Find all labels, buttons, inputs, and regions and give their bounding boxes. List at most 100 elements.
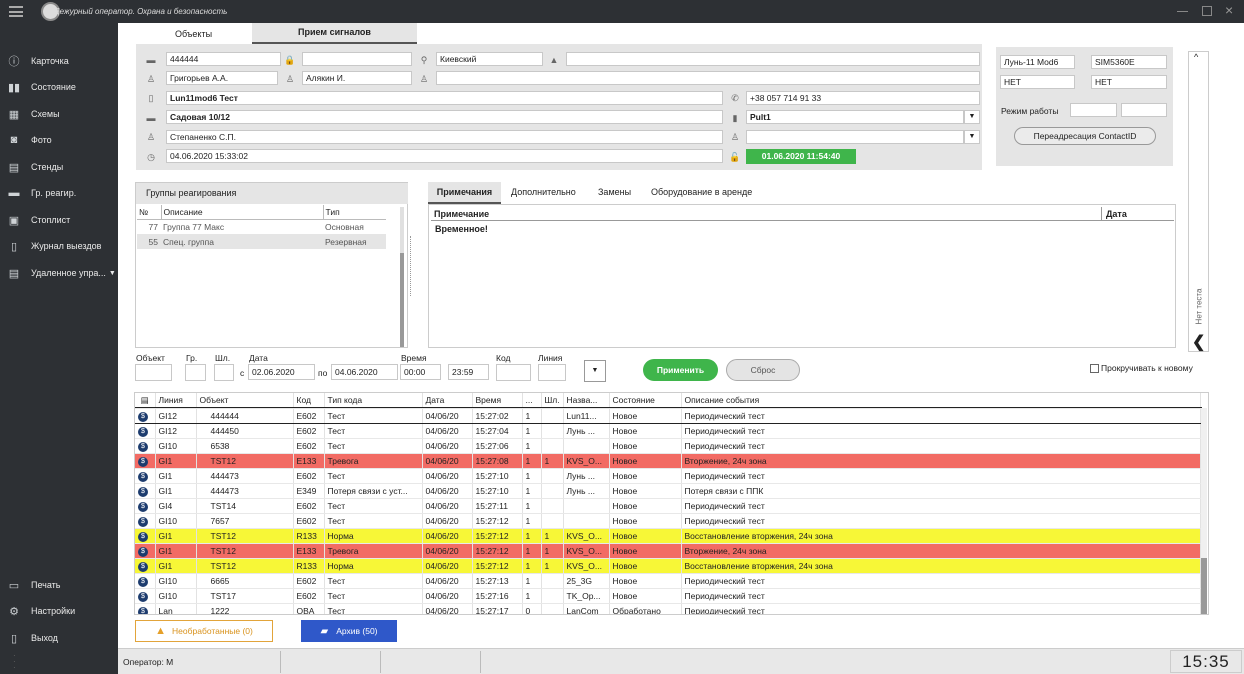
col-header[interactable]: Описание события bbox=[681, 393, 1201, 409]
tab-replacements[interactable]: Замены bbox=[598, 187, 631, 197]
region-field[interactable]: Киевский bbox=[436, 52, 543, 66]
events-scrollbar[interactable] bbox=[1201, 408, 1207, 614]
sidebar-item-remote[interactable]: ▤ Удаленное упра... ▼ bbox=[0, 261, 118, 285]
table-row[interactable]: $ GI10 6538 E602 Тест 04/06/20 15:27:06 1 Новое П… bbox=[135, 438, 1201, 454]
col-header[interactable]: Шл. bbox=[541, 393, 564, 409]
person1-field[interactable]: Григорьев А.А. bbox=[166, 71, 278, 85]
object-name-field[interactable]: Lun11mod6 Тест bbox=[166, 91, 723, 105]
mode-field-2[interactable] bbox=[1121, 103, 1167, 117]
device-model-field[interactable]: Лунь-11 Mod6 bbox=[1000, 55, 1075, 69]
pult-dropdown-button[interactable]: ▼ bbox=[964, 110, 980, 124]
pult-select[interactable]: Pult1 bbox=[746, 110, 964, 124]
autoscroll-checkbox[interactable] bbox=[1090, 364, 1099, 373]
col-header[interactable]: Объект bbox=[196, 393, 294, 409]
groups-col-desc[interactable]: Описание bbox=[161, 205, 324, 219]
sidebar-item-stands[interactable]: ▤ Стенды bbox=[0, 155, 118, 179]
time-from-input[interactable]: 00:00 bbox=[400, 364, 441, 380]
table-row[interactable]: $ GI12 444450 E602 Тест 04/06/20 15:27:04 1 Лунь… bbox=[135, 423, 1201, 439]
filter-loop-input[interactable] bbox=[214, 364, 234, 381]
table-row[interactable]: $ GI10 7657 E602 Тест 04/06/20 15:27:12 1 Новое П… bbox=[135, 513, 1201, 529]
filter-line-input[interactable] bbox=[538, 364, 566, 381]
tab-notes[interactable]: Примечания bbox=[428, 182, 501, 204]
datetime-field[interactable]: 04.06.2020 15:33:02 bbox=[166, 149, 723, 163]
note-text[interactable]: Временное! bbox=[435, 224, 488, 234]
sidebar-item-journal[interactable]: ▯ Журнал выездов bbox=[0, 234, 118, 258]
table-row[interactable]: $ GI1 TST12 R133 Норма 04/06/20 15:27:12 1 1 KVS_… bbox=[135, 528, 1201, 544]
tab-equipment[interactable]: Оборудование в аренде bbox=[651, 187, 752, 197]
contact-field[interactable]: Степаненко С.П. bbox=[166, 130, 723, 144]
person3-field[interactable] bbox=[436, 71, 980, 85]
filter-code-input[interactable] bbox=[496, 364, 531, 381]
col-header[interactable]: ... bbox=[522, 393, 542, 409]
col-header[interactable]: Назва... bbox=[563, 393, 610, 409]
table-row[interactable]: $ GI10 TST17 E602 Тест 04/06/20 15:27:16 1 TK_Op… bbox=[135, 588, 1201, 604]
chevron-left-icon[interactable]: ❮ bbox=[1192, 332, 1205, 352]
filter-group-input[interactable] bbox=[185, 364, 206, 381]
restore-icon[interactable] bbox=[1202, 6, 1212, 16]
person2-field[interactable]: Алякин И. bbox=[302, 71, 412, 85]
table-row[interactable]: $ Lan 1222 OBA Тест 04/06/20 15:27:17 0 LanCom Об… bbox=[135, 603, 1201, 614]
table-row[interactable]: $ GI4 TST14 E602 Тест 04/06/20 15:27:11 1 Новое П… bbox=[135, 498, 1201, 514]
no-test-label[interactable]: Нет теста bbox=[1195, 283, 1204, 331]
field-empty-1[interactable] bbox=[302, 52, 412, 66]
tab-additional[interactable]: Дополнительно bbox=[511, 187, 576, 197]
table-row[interactable]: $ GI1 TST12 R133 Норма 04/06/20 15:27:12 1 1 KVS_… bbox=[135, 558, 1201, 574]
table-row[interactable]: $ GI12 444444 E602 Тест 04/06/20 15:27:02 1 Lun1… bbox=[135, 407, 1202, 424]
date-from-input[interactable]: 02.06.2020 bbox=[248, 364, 315, 380]
warning-field[interactable] bbox=[566, 52, 980, 66]
sidebar-item-schemes[interactable]: ▦ Схемы bbox=[0, 102, 118, 126]
column-settings-icon[interactable]: ▤ bbox=[135, 393, 156, 409]
mode-field-1[interactable] bbox=[1070, 103, 1117, 117]
groups-scrollbar[interactable] bbox=[400, 207, 404, 347]
sidebar-item-card[interactable]: ⓘ Карточка bbox=[0, 49, 118, 73]
archive-button[interactable]: ▰ Архив (50) bbox=[301, 620, 397, 642]
splitter-handle[interactable] bbox=[410, 236, 412, 296]
object-number-field[interactable]: 444444 bbox=[166, 52, 281, 66]
drag-handle-icon[interactable]: · · · bbox=[13, 652, 16, 672]
time-to-input[interactable]: 23:59 bbox=[448, 364, 489, 380]
close-icon[interactable]: × bbox=[1225, 2, 1233, 18]
date-to-input[interactable]: 04.06.2020 bbox=[331, 364, 398, 380]
sim-field[interactable]: SIM5360E bbox=[1091, 55, 1167, 69]
sidebar-item-photo[interactable]: ◙ Фото bbox=[0, 128, 118, 152]
chevron-up-icon[interactable]: ^ bbox=[1194, 52, 1198, 62]
address-field[interactable]: Садовая 10/12 bbox=[166, 110, 723, 124]
unprocessed-button[interactable]: ▲ Необработанные (0) bbox=[135, 620, 273, 642]
apply-button[interactable]: Применить bbox=[643, 359, 718, 381]
col-header[interactable]: Время bbox=[472, 393, 523, 409]
notes-header-note[interactable]: Примечание bbox=[431, 207, 1102, 221]
table-row[interactable]: $ GI1 TST12 E133 Тревога 04/06/20 15:27:12 1 1 KV… bbox=[135, 543, 1201, 559]
sidebar-item-print[interactable]: ▭ Печать bbox=[0, 573, 118, 597]
table-row[interactable]: $ GI1 444473 E602 Тест 04/06/20 15:27:10 1 Лунь … bbox=[135, 468, 1201, 484]
groups-col-type[interactable]: Тип bbox=[323, 205, 386, 219]
phone-field[interactable]: +38 057 714 91 33 bbox=[746, 91, 980, 105]
table-row[interactable]: $ GI1 TST12 E133 Тревога 04/06/20 15:27:08 1 1 KV… bbox=[135, 453, 1201, 469]
col-header[interactable]: Дата bbox=[422, 393, 473, 409]
menu-icon[interactable] bbox=[9, 6, 23, 17]
sidebar-item-exit[interactable]: ▯ Выход bbox=[0, 626, 118, 650]
notes-header-date[interactable]: Дата bbox=[1102, 207, 1174, 221]
table-row[interactable]: $ GI10 6665 E602 Тест 04/06/20 15:27:13 1 25_3G Н… bbox=[135, 573, 1201, 589]
contact2-select[interactable] bbox=[746, 130, 964, 144]
device-val1-field[interactable]: НЕТ bbox=[1000, 75, 1075, 89]
contact2-dropdown-button[interactable]: ▼ bbox=[964, 130, 980, 144]
sidebar-item-groups[interactable]: ▬ Гр. реагир. bbox=[0, 181, 118, 205]
redirect-contactid-button[interactable]: Переадресация ContactID bbox=[1014, 127, 1156, 145]
col-header[interactable]: Линия bbox=[155, 393, 197, 409]
filter-object-input[interactable] bbox=[135, 364, 172, 381]
sidebar-item-state[interactable]: ▮▮ Состояние bbox=[0, 75, 118, 99]
tab-signals[interactable]: Прием сигналов bbox=[252, 23, 417, 44]
device-val2-field[interactable]: НЕТ bbox=[1091, 75, 1167, 89]
groups-col-num[interactable]: № bbox=[137, 205, 162, 219]
table-row[interactable]: 55 Спец. группа Резервная bbox=[137, 234, 386, 249]
col-header[interactable]: Код bbox=[293, 393, 325, 409]
minimize-icon[interactable] bbox=[1177, 11, 1188, 12]
table-row[interactable]: 77 Группа 77 Макс Основная bbox=[137, 219, 386, 234]
tab-objects[interactable]: Объекты bbox=[136, 25, 251, 44]
col-header[interactable]: Состояние bbox=[609, 393, 682, 409]
sidebar-item-settings[interactable]: ⚙ Настройки bbox=[0, 599, 118, 623]
filter-dropdown-button[interactable]: ▼ bbox=[584, 360, 606, 382]
table-row[interactable]: $ GI1 444473 E349 Потеря связи с уст... 04/06… bbox=[135, 483, 1201, 499]
sidebar-item-stoplist[interactable]: ▣ Стоплист bbox=[0, 208, 118, 232]
reset-button[interactable]: Сброс bbox=[726, 359, 800, 381]
